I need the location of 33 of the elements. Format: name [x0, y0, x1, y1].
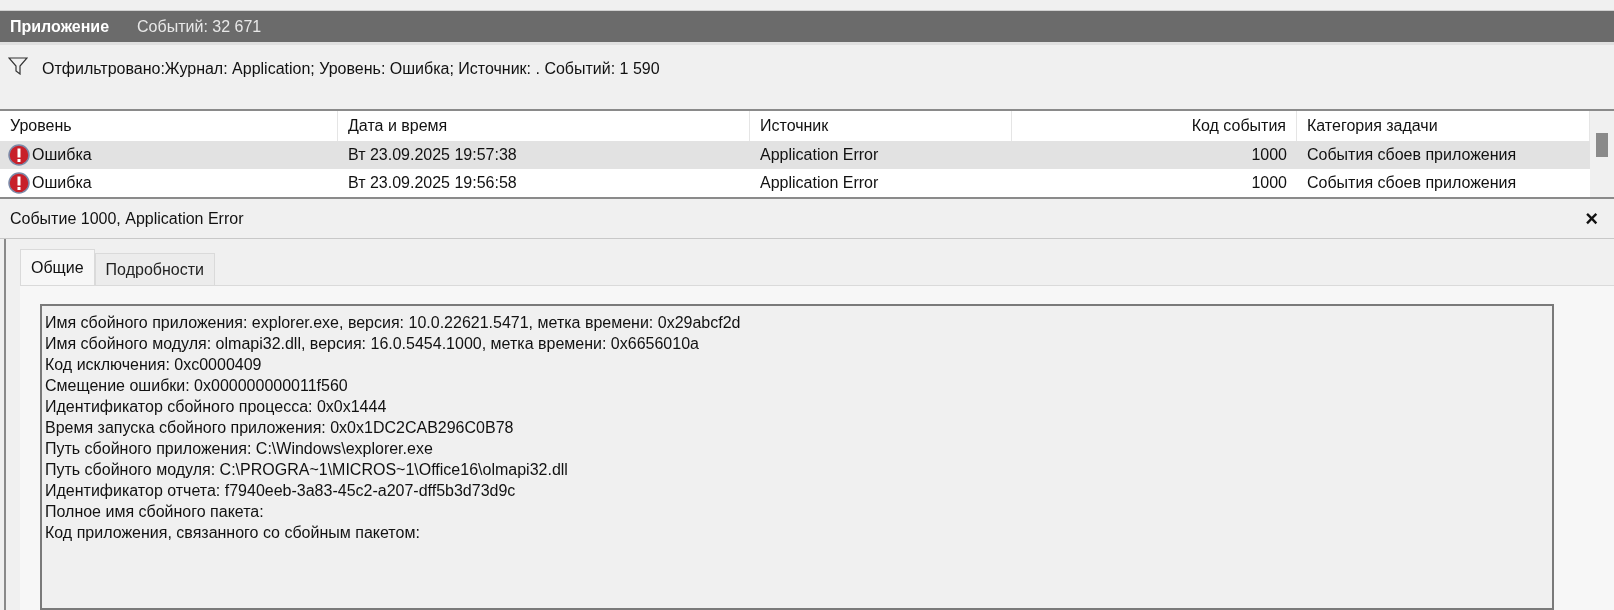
header-title: Приложение	[10, 16, 110, 37]
description-line: Идентификатор сбойного процесса: 0x0x1444	[45, 397, 388, 417]
filter-icon	[8, 57, 28, 75]
table-cell-text: Ошибка	[32, 145, 92, 165]
table-cell-text: Вт 23.09.2025 19:57:38	[347, 145, 518, 165]
close-button[interactable]: ×	[1579, 207, 1604, 230]
table-row[interactable]: Ошибка Вт 23.09.2025 19:57:38 Application Error 1000 События сбоев приложения	[0, 141, 1590, 169]
error-icon	[8, 172, 30, 194]
table-cell-text: 1000	[1250, 145, 1288, 165]
tab[interactable]: Подробности	[94, 253, 215, 285]
description-line: Код исключения: 0xc0000409	[45, 355, 263, 375]
table-cell-text: Application Error	[759, 173, 880, 193]
event-description-box[interactable]	[40, 304, 1554, 610]
filter-text: Отфильтровано:Журнал: Application; Уровень: Ошибка; Источник: . Событий: 1 590	[42, 59, 660, 79]
description-line: Смещение ошибки: 0x000000000011f560	[45, 376, 349, 396]
description-line: Путь сбойного модуля: C:\PROGRA~1\MICROS~1\Office16\olmapi32.dll	[45, 460, 569, 480]
description-line: Имя сбойного модуля: olmapi32.dll, версия: 16.0.5454.1000, метка времени: 0x6656010a	[45, 334, 700, 354]
table-cell-text: Вт 23.09.2025 19:56:58	[347, 173, 518, 193]
description-line: Время запуска сбойного приложения: 0x0x1DC2CAB296C0B78	[45, 418, 515, 438]
description-line: Полное имя сбойного пакета:	[45, 502, 265, 522]
table-cell-text: Ошибка	[32, 173, 92, 193]
table-cell-text: События сбоев приложения	[1306, 145, 1518, 165]
details-title: Событие 1000, Application Error	[10, 208, 244, 229]
table-cell-text: События сбоев приложения	[1306, 173, 1518, 193]
table-cell-text: Application Error	[759, 145, 880, 165]
description-line: Код приложения, связанного со сбойным пакетом:	[45, 523, 421, 543]
description-line: Путь сбойного приложения: C:\Windows\explorer.exe	[45, 439, 434, 459]
error-icon	[8, 144, 30, 166]
table-cell-text: 1000	[1250, 173, 1288, 193]
description-line: Имя сбойного приложения: explorer.exe, версия: 10.0.22621.5471, метка времени: 0x29abcf2d	[45, 313, 742, 333]
description-line: Идентификатор отчета: f7940eeb-3a83-45c2-a207-dff5b3d73d9c	[45, 481, 517, 501]
tab[interactable]: Общие	[20, 249, 95, 285]
event-count: Событий: 32 671	[137, 16, 262, 37]
